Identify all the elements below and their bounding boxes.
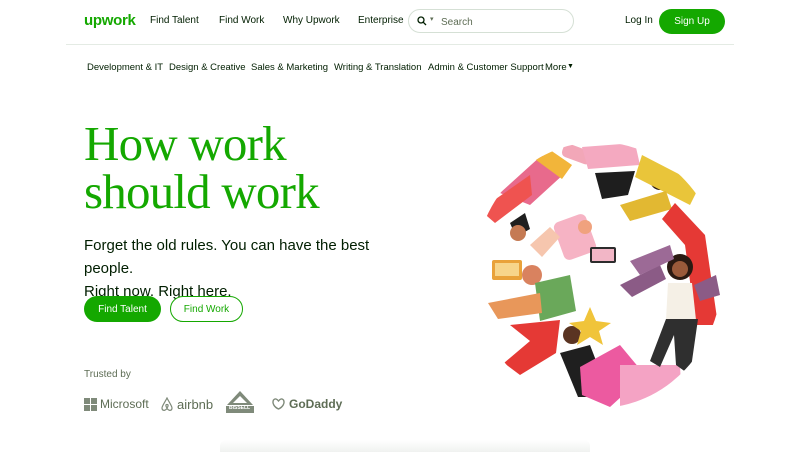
category-development-it[interactable]: Development & IT [87, 62, 163, 73]
upwork-logo[interactable]: upwork [84, 12, 136, 29]
microsoft-wordmark: Microsoft [100, 397, 149, 411]
godaddy-logo: GoDaddy [271, 395, 342, 413]
category-more[interactable]: More [545, 62, 567, 73]
nav-enterprise[interactable]: Enterprise [358, 15, 404, 26]
login-link[interactable]: Log In [625, 15, 653, 26]
hero-subtitle: Forget the old rules. You can have the b… [84, 234, 414, 303]
find-talent-button[interactable]: Find Talent [84, 296, 161, 322]
godaddy-wordmark: GoDaddy [289, 397, 343, 411]
bissell-emblem-icon [226, 391, 254, 413]
caret-down-icon[interactable]: ▼ [567, 63, 574, 70]
nav-why-upwork[interactable]: Why Upwork [283, 15, 340, 26]
godaddy-icon [272, 398, 285, 410]
search-input[interactable] [439, 13, 573, 31]
airbnb-wordmark: airbnb [177, 396, 214, 412]
headline-line-1: How work [84, 116, 287, 171]
category-sales-marketing[interactable]: Sales & Marketing [251, 62, 328, 73]
hero-illustration [474, 142, 722, 408]
find-work-button[interactable]: Find Work [170, 296, 243, 322]
nav-find-work[interactable]: Find Work [219, 15, 264, 26]
search-icon [417, 16, 427, 26]
microsoft-icon [84, 397, 97, 411]
hero-headline: How work should work [84, 119, 424, 219]
trusted-by-label: Trusted by [84, 369, 131, 380]
category-design-creative[interactable]: Design & Creative [169, 62, 246, 73]
category-writing-translation[interactable]: Writing & Translation [334, 62, 421, 73]
signup-button[interactable]: Sign Up [659, 9, 725, 34]
category-admin-customer-support[interactable]: Admin & Customer Support [428, 62, 544, 73]
chevron-down-icon[interactable]: ▾ [430, 15, 434, 23]
airbnb-logo: airbnb [160, 395, 213, 413]
microsoft-logo: Microsoft [84, 395, 149, 413]
bissell-wordmark: BISSELL [229, 405, 251, 411]
airbnb-icon [161, 396, 173, 411]
bissell-logo: BISSELL [223, 389, 257, 415]
search-box[interactable]: ▾ [408, 9, 574, 33]
subtitle-line-1: Forget the old rules. You can have the b… [84, 237, 370, 277]
content-card-edge [220, 440, 590, 452]
top-navigation-bar: upwork Find Talent Find Work Why Upwork … [0, 0, 800, 44]
nav-find-talent[interactable]: Find Talent [150, 15, 199, 26]
headline-line-2: should work [84, 164, 320, 219]
header-divider [66, 44, 734, 45]
